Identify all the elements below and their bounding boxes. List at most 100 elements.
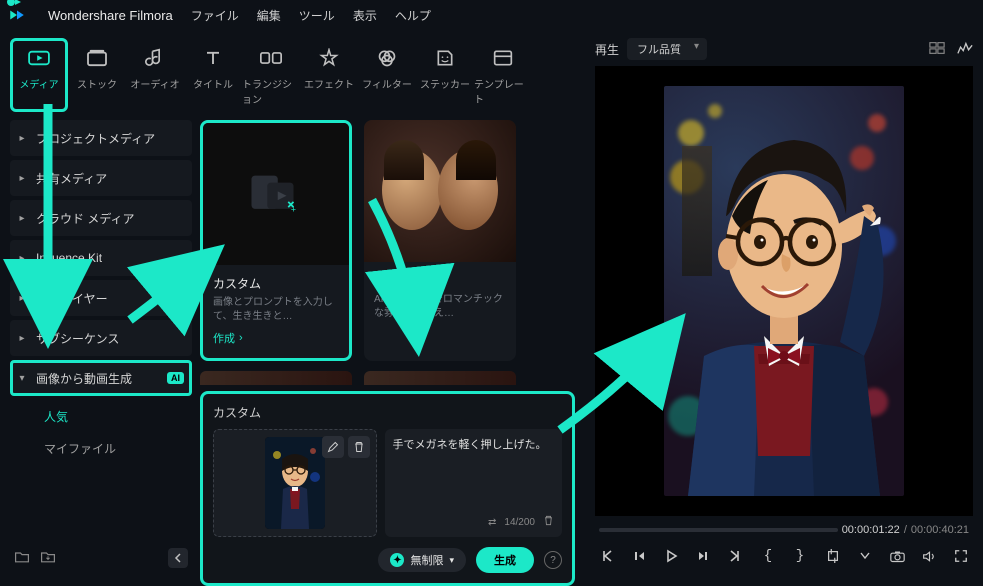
tree-label: サブシーケンス	[36, 330, 119, 347]
quality-select[interactable]: フル品質	[627, 38, 707, 60]
tool-transition[interactable]: トランジション	[242, 38, 300, 112]
step-back-button[interactable]	[631, 548, 647, 564]
panel-title: カスタム	[213, 404, 562, 421]
tool-sticker[interactable]: ステッカー	[416, 38, 474, 112]
next-frame-button[interactable]	[727, 548, 743, 564]
time-sep: /	[904, 524, 907, 536]
menu-tools[interactable]: ツール	[299, 7, 335, 24]
card-ai-kiss[interactable]: AIキス AIによるキスでロマンチックな雰囲気を加え…	[364, 120, 516, 361]
tool-audio[interactable]: オーディオ	[126, 38, 184, 112]
tree-sub-myfiles[interactable]: マイファイル	[10, 432, 192, 464]
delete-image-button[interactable]	[348, 436, 370, 458]
card-desc: 画像とプロンプトを入力して、生き生きと…	[213, 296, 339, 324]
timeline-track[interactable]	[599, 528, 838, 532]
shuffle-icon[interactable]: ⇄	[488, 517, 496, 528]
tool-label: フィルター	[362, 76, 412, 91]
preview-header: 再生 フル品質	[595, 38, 973, 60]
media-icon	[25, 44, 53, 72]
tree-adjustment-layer[interactable]: ▸ 調整レイヤー	[10, 280, 192, 316]
transition-icon	[257, 44, 285, 72]
title-icon	[199, 44, 227, 72]
playback-controls: { }	[595, 544, 973, 572]
uploaded-image-thumb	[265, 437, 325, 529]
preview-label: 再生	[595, 41, 619, 58]
volume-button[interactable]	[921, 548, 937, 564]
menu-file[interactable]: ファイル	[191, 7, 239, 24]
waveform-view-icon[interactable]	[957, 41, 973, 58]
chevron-right-icon: ▸	[18, 333, 26, 344]
crop-button[interactable]	[825, 548, 841, 564]
tree-label: 調整レイヤー	[36, 290, 108, 307]
edit-image-button[interactable]	[322, 436, 344, 458]
collapse-sidebar-button[interactable]	[168, 548, 188, 568]
time-current: 00:00:01:22	[842, 524, 900, 536]
tool-stock[interactable]: ストック	[68, 38, 126, 112]
menu-view[interactable]: 表示	[353, 7, 377, 24]
import-folder-icon[interactable]	[40, 550, 56, 567]
prev-frame-button[interactable]	[599, 548, 615, 564]
tree-image-to-video[interactable]: ▾ 画像から動画生成 AI	[10, 360, 192, 396]
stock-icon	[83, 44, 111, 72]
play-button[interactable]	[663, 548, 679, 564]
marker-dropdown-button[interactable]	[857, 548, 873, 564]
tree-shared-media[interactable]: ▸ 共有メディア	[10, 160, 192, 196]
prompt-input[interactable]: 手でメガネを軽く押し上げた。 ⇄ 14/200	[385, 429, 563, 537]
tree-label: Influence Kit	[36, 251, 102, 265]
card-custom[interactable]: + カスタム 画像とプロンプトを入力して、生き生きと… 作成›	[200, 120, 352, 361]
tree-project-media[interactable]: ▸ プロジェクトメディア	[10, 120, 192, 156]
generate-button[interactable]: 生成	[476, 547, 534, 573]
menu-help[interactable]: ヘルプ	[395, 7, 431, 24]
tool-label: タイトル	[193, 76, 233, 91]
unlimited-pill[interactable]: ✦ 無制限 ▾	[378, 548, 466, 572]
snapshot-button[interactable]	[889, 548, 905, 564]
tool-template[interactable]: テンプレート	[474, 38, 532, 112]
svg-text:+: +	[291, 204, 296, 214]
help-icon[interactable]: ?	[544, 551, 562, 569]
tool-media[interactable]: メディア	[10, 38, 68, 112]
tool-label: トランジション	[242, 76, 300, 106]
new-folder-icon[interactable]	[14, 550, 30, 567]
prompt-text: 手でメガネを軽く押し上げた。	[393, 437, 555, 515]
card-action[interactable]: 作成›	[213, 330, 339, 346]
chevron-right-icon: ▸	[18, 213, 26, 224]
menu-edit[interactable]: 編集	[257, 7, 281, 24]
timeline: 00:00:01:22 / 00:00:40:21	[595, 516, 973, 544]
tree-label: 共有メディア	[36, 170, 107, 187]
grid-view-icon[interactable]	[929, 41, 945, 58]
tool-label: ステッカー	[420, 76, 470, 91]
image-upload-slot[interactable]	[213, 429, 377, 537]
step-forward-button[interactable]	[695, 548, 711, 564]
chevron-right-icon: ▸	[18, 173, 26, 184]
template-icon	[489, 44, 517, 72]
tool-filter[interactable]: フィルター	[358, 38, 416, 112]
card-thumb	[364, 120, 516, 262]
tool-effect[interactable]: エフェクト	[300, 38, 358, 112]
fullscreen-button[interactable]	[953, 548, 969, 564]
mark-in-button[interactable]: {	[760, 548, 776, 564]
tree-influence-kit[interactable]: ▸Influence Kit	[10, 240, 192, 276]
library-toolbar: メディア ストック オーディオ タイトル トランジション エフェクト	[10, 38, 575, 112]
preview-frame	[664, 86, 904, 496]
title-bar: Wondershare Filmora ファイル 編集 ツール 表示 ヘルプ	[0, 0, 983, 30]
ai-badge: AI	[167, 372, 184, 384]
tree-sub-popular[interactable]: 人気	[10, 400, 192, 432]
tool-label: エフェクト	[304, 76, 354, 91]
tree-cloud-media[interactable]: ▸クラウド メディア	[10, 200, 192, 236]
char-counter: 14/200	[504, 517, 535, 528]
playhead-icon[interactable]	[6, 0, 24, 14]
audio-icon	[141, 44, 169, 72]
tool-title[interactable]: タイトル	[184, 38, 242, 112]
mark-out-button[interactable]: }	[792, 548, 808, 564]
delete-prompt-button[interactable]	[543, 515, 554, 529]
sidebar-tree: ▸プロジェクトメディア ▸共有メディア ▸クラウド メディア ▸Influenc…	[10, 120, 192, 572]
check-icon: ✦	[390, 553, 404, 567]
app-title: Wondershare Filmora	[48, 8, 173, 23]
tree-label: 画像から動画生成	[36, 370, 132, 387]
tree-subsequence[interactable]: ▸ サブシーケンス	[10, 320, 192, 356]
sticker-icon	[431, 44, 459, 72]
chevron-right-icon: ▸	[18, 293, 26, 304]
tool-label: メディア	[19, 76, 58, 91]
tree-label: プロジェクトメディア	[36, 130, 155, 147]
chevron-right-icon: ▸	[18, 133, 26, 144]
chevron-right-icon: ›	[239, 332, 243, 344]
